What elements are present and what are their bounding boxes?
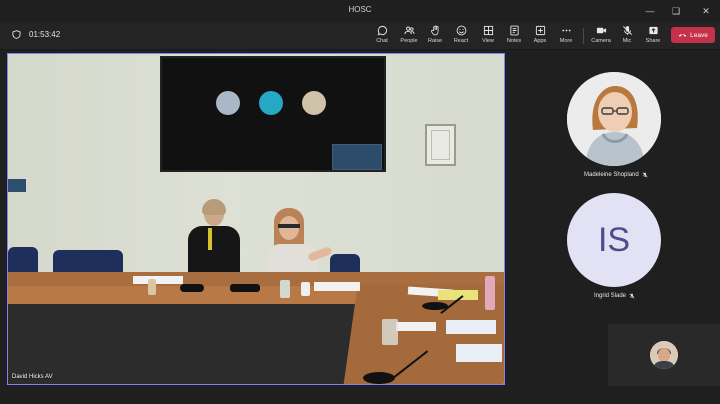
person-photo-icon xyxy=(650,341,678,369)
desk-microphone xyxy=(180,284,204,292)
react-button[interactable]: React xyxy=(448,25,474,49)
notes-icon xyxy=(509,25,519,36)
close-window-button[interactable]: ✕ xyxy=(696,3,716,19)
smiley-icon xyxy=(456,25,466,36)
paper xyxy=(133,276,183,284)
mic-label: Mic xyxy=(622,38,632,44)
participant-initials: IS xyxy=(597,220,631,259)
glass xyxy=(280,280,290,298)
remote-participant-tile xyxy=(302,91,326,115)
leave-button[interactable]: Leave xyxy=(671,27,715,43)
more-label: More xyxy=(559,38,573,44)
share-label: Share xyxy=(645,38,661,44)
leave-label: Leave xyxy=(690,31,708,39)
people-button[interactable]: People xyxy=(396,25,422,49)
people-label: People xyxy=(400,38,418,44)
people-icon xyxy=(403,26,415,35)
share-button[interactable]: Share xyxy=(640,25,666,49)
person-photo-icon xyxy=(567,72,661,166)
apps-icon xyxy=(535,25,545,36)
minimize-button[interactable]: — xyxy=(640,3,660,19)
more-button[interactable]: More xyxy=(553,25,579,49)
camera-button[interactable]: Camera xyxy=(588,25,614,49)
notes-button[interactable]: Notes xyxy=(501,25,527,49)
remote-participant-tile xyxy=(216,91,240,115)
chat-button[interactable]: Chat xyxy=(369,25,395,49)
mic-muted-icon xyxy=(629,293,635,299)
document xyxy=(446,320,496,334)
participant-name: Madeleine Shopland xyxy=(584,172,639,178)
paper xyxy=(396,322,436,331)
grid-view-icon xyxy=(483,25,493,36)
mic-muted-icon xyxy=(642,172,648,178)
mic-button[interactable]: Mic xyxy=(614,25,640,49)
apps-label: Apps xyxy=(533,38,547,44)
hang-up-icon xyxy=(678,34,687,37)
camera-label: Camera xyxy=(591,38,611,44)
window-title: HOSC xyxy=(348,5,372,14)
more-icon xyxy=(561,29,571,32)
share-icon xyxy=(648,26,658,35)
person-right xyxy=(258,208,336,284)
participant-avatar-initials[interactable]: IS xyxy=(567,193,661,287)
hand-icon xyxy=(430,25,438,36)
title-bar: HOSC — ❑ ✕ xyxy=(0,0,720,22)
mic-muted-icon xyxy=(622,26,632,35)
wall-device xyxy=(8,179,26,192)
view-button[interactable]: View xyxy=(475,25,501,49)
self-view-avatar xyxy=(650,341,678,369)
paper xyxy=(314,282,360,291)
gooseneck-microphone xyxy=(363,372,395,384)
participant-name-tag: Madeleine Shopland xyxy=(584,172,648,178)
cup xyxy=(301,282,310,296)
document xyxy=(456,344,502,362)
water-jug xyxy=(382,319,398,345)
wall-frame xyxy=(425,124,456,166)
cup xyxy=(148,279,156,295)
room-preview-thumbnail xyxy=(332,144,382,170)
video-name-label: David Hicks AV xyxy=(12,374,53,380)
participant-name: Ingrid Slade xyxy=(594,293,627,299)
camera-icon xyxy=(596,27,606,34)
meeting-toolbar: 01:53:42 Chat People Raise React View No… xyxy=(0,22,720,50)
view-label: View xyxy=(482,38,494,44)
apps-button[interactable]: Apps xyxy=(527,25,553,49)
meeting-timer: 01:53:42 xyxy=(12,30,60,39)
room-display-screen xyxy=(160,56,386,172)
desk-microphone xyxy=(230,284,260,292)
person-left xyxy=(184,199,242,282)
notes-label: Notes xyxy=(506,38,522,44)
chat-icon xyxy=(377,25,387,36)
side-table xyxy=(342,284,504,384)
participant-avatar-photo[interactable] xyxy=(567,72,661,166)
chat-label: Chat xyxy=(376,38,388,44)
react-label: React xyxy=(453,38,469,44)
participant-name-tag: Ingrid Slade xyxy=(594,293,635,299)
maximize-button[interactable]: ❑ xyxy=(666,3,686,19)
main-video-feed[interactable]: David Hicks AV xyxy=(7,53,505,385)
water-bottle xyxy=(485,276,495,310)
shield-icon xyxy=(12,30,21,39)
toolbar-divider xyxy=(583,28,584,44)
remote-participant-tile xyxy=(259,91,283,115)
under-table-shadow xyxy=(8,304,368,384)
raise-hand-button[interactable]: Raise xyxy=(422,25,448,49)
elapsed-time: 01:53:42 xyxy=(29,30,61,39)
raise-label: Raise xyxy=(427,38,443,44)
